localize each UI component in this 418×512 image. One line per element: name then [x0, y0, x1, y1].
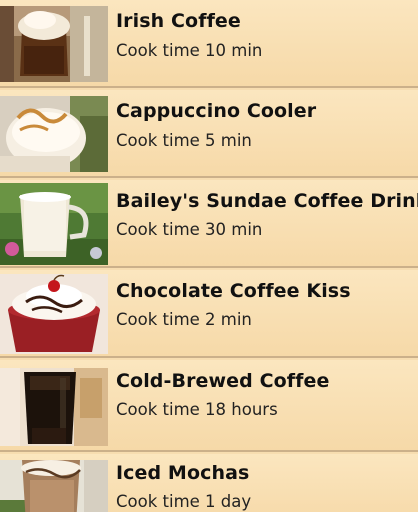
- recipe-cook-time: Cook time 10 min: [116, 41, 263, 60]
- cappuccino-cooler-photo: [0, 96, 108, 172]
- iced-mochas-photo: [0, 460, 108, 512]
- recipe-list: Irish Coffee Cook time 10 min Cappuccino…: [0, 0, 418, 512]
- irish-coffee-photo: [0, 6, 108, 82]
- recipe-row-cold-brewed-coffee[interactable]: Cold-Brewed Coffee Cook time 18 hours: [0, 360, 418, 452]
- baileys-sundae-photo: [0, 183, 108, 265]
- recipe-title: Iced Mochas: [116, 462, 250, 484]
- recipe-row-iced-mochas[interactable]: Iced Mochas Cook time 1 day: [0, 454, 418, 512]
- recipe-title: Cappuccino Cooler: [116, 100, 317, 122]
- recipe-row-cappuccino-cooler[interactable]: Cappuccino Cooler Cook time 5 min: [0, 90, 418, 178]
- recipe-title: Chocolate Coffee Kiss: [116, 280, 351, 302]
- recipe-row-baileys-sundae[interactable]: Bailey's Sundae Coffee Drink Cook time 3…: [0, 180, 418, 268]
- recipe-row-irish-coffee[interactable]: Irish Coffee Cook time 10 min: [0, 0, 418, 88]
- recipe-cook-time: Cook time 2 min: [116, 310, 252, 329]
- recipe-title: Bailey's Sundae Coffee Drink: [116, 190, 418, 212]
- recipe-cook-time: Cook time 18 hours: [116, 400, 278, 419]
- recipe-cook-time: Cook time 1 day: [116, 492, 252, 511]
- chocolate-coffee-kiss-photo: [0, 274, 108, 354]
- recipe-cook-time: Cook time 5 min: [116, 131, 252, 150]
- recipe-cook-time: Cook time 30 min: [116, 220, 263, 239]
- recipe-title: Irish Coffee: [116, 10, 241, 32]
- cold-brewed-coffee-photo: [0, 368, 108, 446]
- recipe-row-chocolate-coffee-kiss[interactable]: Chocolate Coffee Kiss Cook time 2 min: [0, 270, 418, 358]
- recipe-title: Cold-Brewed Coffee: [116, 370, 330, 392]
